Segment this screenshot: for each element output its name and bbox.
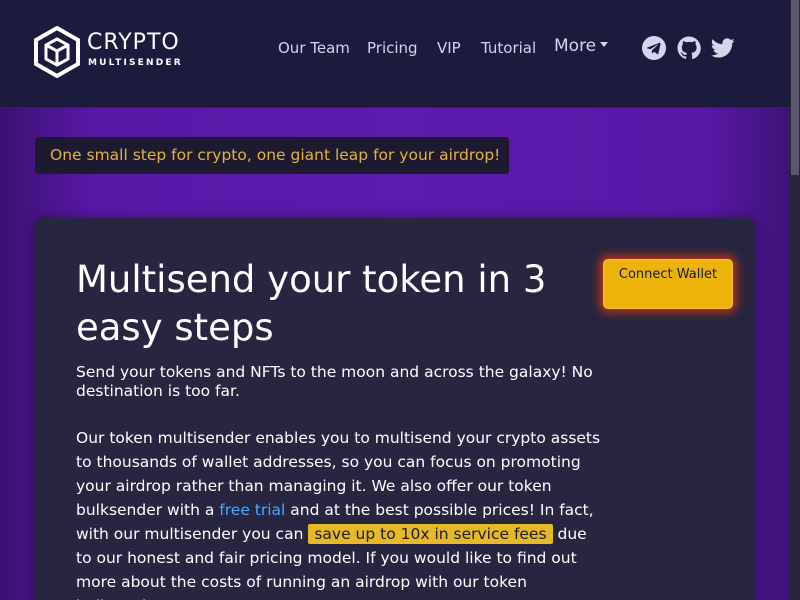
nav-item-our-team[interactable]: Our Team (278, 38, 350, 58)
tagline-banner: One small step for crypto, one giant lea… (35, 137, 509, 174)
telegram-icon[interactable] (642, 36, 666, 60)
free-trial-link[interactable]: free trial (219, 501, 285, 519)
nav-item-vip[interactable]: VIP (437, 38, 461, 58)
nav-more-label: More (554, 36, 597, 56)
page-scrollbar-thumb[interactable] (791, 0, 799, 175)
brand-subtitle: MULTISENDER (88, 58, 183, 68)
hero-subtitle: Send your tokens and NFTs to the moon an… (76, 363, 593, 400)
nav-item-more-dropdown[interactable]: More (554, 36, 609, 56)
brand-logo[interactable]: CRYPTO MULTISENDER (33, 26, 183, 78)
hero-title: Multisend your token in 3 easy steps (76, 258, 547, 349)
hero-body: Our token multisender enables you to mul… (76, 426, 606, 600)
brand-name: CRYPTO (87, 30, 180, 55)
nav-item-pricing[interactable]: Pricing (367, 38, 418, 58)
caret-down-icon (600, 41, 609, 47)
nav-item-tutorial[interactable]: Tutorial (481, 38, 536, 58)
hero-card: Multisend your token in 3 easy steps Sen… (35, 218, 755, 600)
github-icon[interactable] (677, 36, 701, 60)
twitter-icon[interactable] (711, 36, 735, 60)
navbar: CRYPTO MULTISENDER Our Team Pricing VIP … (0, 0, 790, 108)
savings-highlight: save up to 10x in service fees (308, 524, 553, 544)
connect-wallet-button[interactable]: Connect Wallet (603, 259, 733, 309)
cube-logo-icon (34, 26, 80, 78)
